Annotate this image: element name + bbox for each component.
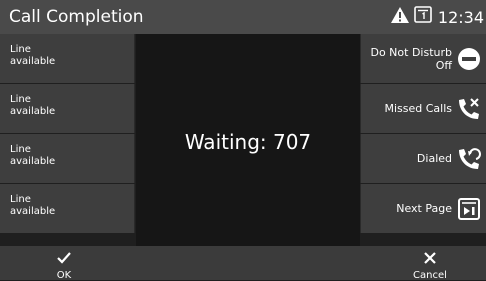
screen-icon [414, 6, 434, 28]
line-key-1[interactable]: Line available [0, 34, 135, 83]
close-icon [400, 250, 460, 269]
warning-icon[interactable] [390, 6, 410, 28]
screen-title: Call Completion [9, 7, 144, 27]
dialed-key[interactable]: Dialed [360, 134, 486, 183]
missed-calls-key[interactable]: Missed Calls [360, 84, 486, 133]
line-key-2[interactable]: Line available [0, 84, 135, 133]
next-page-icon [456, 196, 482, 222]
feature-keys: Do Not Disturb Off Missed Calls Dialed N… [360, 34, 486, 246]
line-key-4[interactable]: Line available [0, 184, 135, 233]
clock: 12:34 [437, 7, 484, 27]
feature-key-label: Do Not Disturb Off [370, 45, 452, 72]
call-status-panel: Waiting: 707 [136, 34, 360, 246]
line-key-label: Line available [10, 144, 56, 167]
feature-key-label: Dialed [416, 152, 452, 165]
feature-key-label: Next Page [396, 202, 452, 215]
missed-call-icon [456, 96, 482, 122]
cancel-softkey[interactable]: Cancel [400, 246, 460, 281]
line-key-label: Line available [10, 44, 56, 67]
next-page-key[interactable]: Next Page [360, 184, 486, 233]
status-area: 12:34 [390, 6, 484, 28]
line-key-label: Line available [10, 194, 56, 217]
dnd-icon [456, 46, 482, 72]
softkey-bar: OK Cancel [0, 246, 486, 281]
dialed-call-icon [456, 146, 482, 172]
feature-key-label: Missed Calls [384, 102, 452, 115]
ok-softkey[interactable]: OK [34, 246, 94, 281]
header-bar: Call Completion 12:34 [0, 0, 486, 34]
line-keys: Line available Line available Line avail… [0, 34, 135, 246]
ok-label: OK [56, 270, 72, 281]
line-key-3[interactable]: Line available [0, 134, 135, 183]
line-key-label: Line available [10, 94, 56, 117]
do-not-disturb-key[interactable]: Do Not Disturb Off [360, 34, 486, 83]
cancel-label: Cancel [413, 270, 447, 281]
checkmark-icon [34, 250, 94, 269]
waiting-message: Waiting: 707 [184, 130, 312, 154]
